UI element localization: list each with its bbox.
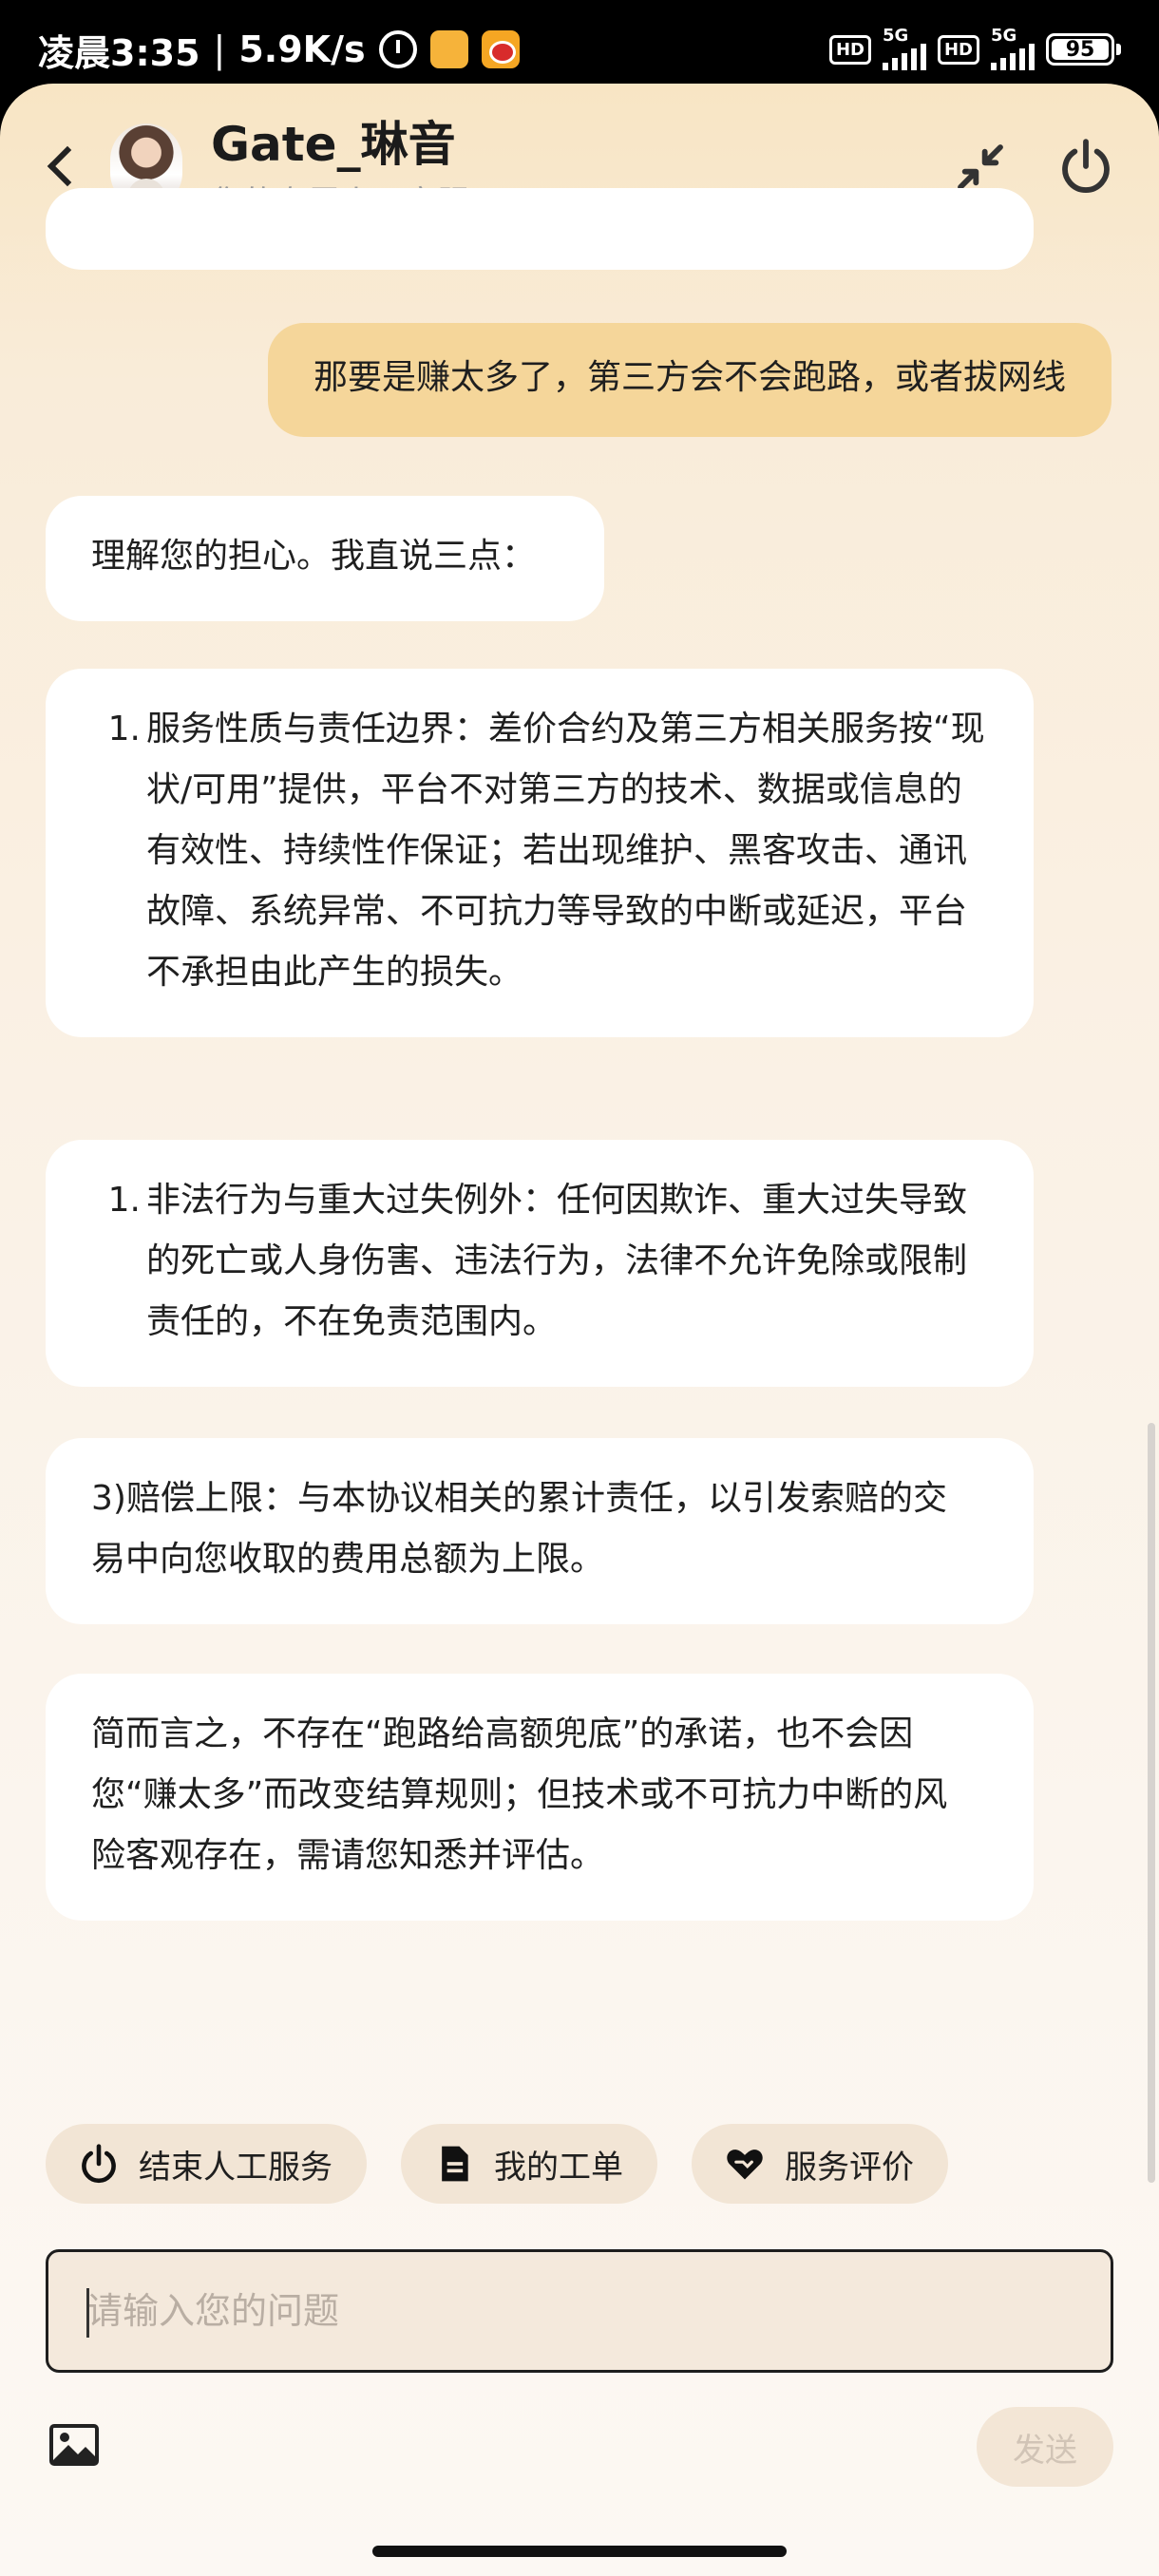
message-ai: 3)赔偿上限：与本协议相关的累计责任，以引发索赔的交易中向您收取的费用总额为上限… — [46, 1438, 1034, 1624]
power-icon — [1062, 139, 1110, 193]
list-number: 1. — [107, 1181, 141, 1220]
message-text: 服务性质与责任边界：差价合约及第三方相关服务按“现状/可用”提供，平台不对第三方… — [146, 710, 985, 992]
quick-actions: 结束人工服务 我的工单 服务评价 — [46, 2124, 948, 2204]
power-icon — [78, 2143, 120, 2185]
message-input[interactable] — [86, 2290, 1111, 2332]
signal-1: 5G — [882, 26, 926, 70]
chat-app: Gate_琳音 您的专属人工客服 那要是赚太多了，第三方会不会跑路，或者拔网线 … — [0, 84, 1159, 2576]
network-type: 5G — [882, 26, 909, 46]
message-text: 那要是赚太多了，第三方会不会跑路，或者拔网线 — [313, 358, 1066, 397]
message-ai: 简而言之，不存在“跑路给高额兜底”的承诺，也不会因您“赚太多”而改变结算规则；但… — [46, 1674, 1034, 1921]
ordered-list-item: 1. 非法行为与重大过失例外：任何因欺诈、重大过失导致的死亡或人身伤害、违法行为… — [106, 1170, 992, 1353]
signal-2: 5G — [991, 28, 1035, 70]
network-speed: 5.9K/s — [238, 28, 366, 70]
hd-badge: HD — [828, 34, 871, 65]
minimize-icon — [958, 144, 1003, 190]
service-rating-button[interactable]: 服务评价 — [692, 2124, 948, 2204]
battery-icon: 95 — [1046, 33, 1121, 66]
text-caret — [86, 2288, 89, 2338]
minimize-button[interactable] — [954, 141, 1007, 194]
end-service-button[interactable]: 结束人工服务 — [46, 2124, 367, 2204]
home-indicator[interactable] — [372, 2546, 787, 2557]
status-left: 凌晨3:35 | 5.9K/s — [38, 24, 520, 76]
list-number: 1. — [107, 710, 141, 748]
message-text: 理解您的担心。我直说三点： — [91, 537, 537, 576]
agent-name: Gate_琳音 — [211, 117, 456, 172]
alarm-icon — [378, 30, 417, 68]
message-text: 3)赔偿上限：与本协议相关的累计责任，以引发索赔的交易中向您收取的费用总额为上限… — [91, 1479, 947, 1579]
chat-scrollbar[interactable] — [1148, 1423, 1155, 2183]
hd-badge: HD — [937, 34, 979, 65]
weibo-icon — [481, 30, 520, 68]
notification-app-icon — [429, 30, 468, 68]
image-upload-button[interactable] — [49, 2424, 99, 2466]
chip-label: 结束人工服务 — [139, 2148, 332, 2187]
chat-messages[interactable]: 那要是赚太多了，第三方会不会跑路，或者拔网线 理解您的担心。我直说三点： 1. … — [0, 188, 1159, 2107]
document-icon — [433, 2143, 475, 2185]
message-text: 非法行为与重大过失例外：任何因欺诈、重大过失导致的死亡或人身伤害、违法行为，法律… — [146, 1181, 968, 1341]
end-session-button[interactable] — [1056, 137, 1115, 196]
message-user: 那要是赚太多了，第三方会不会跑路，或者拔网线 — [267, 323, 1112, 437]
send-button[interactable]: 发送 — [977, 2407, 1113, 2487]
message-input-box[interactable] — [46, 2249, 1113, 2373]
chip-label: 服务评价 — [785, 2148, 914, 2187]
signal-bars-icon — [991, 44, 1035, 70]
message-ai: 1. 服务性质与责任边界：差价合约及第三方相关服务按“现状/可用”提供，平台不对… — [46, 669, 1034, 1037]
status-separator: | — [213, 28, 226, 70]
battery-level: 95 — [1052, 38, 1109, 62]
my-tickets-button[interactable]: 我的工单 — [401, 2124, 657, 2204]
chip-label: 我的工单 — [494, 2148, 623, 2187]
heart-handshake-icon — [724, 2143, 766, 2185]
status-right: HD 5G HD 5G 95 — [828, 26, 1121, 70]
message-text: 简而言之，不存在“跑路给高额兜底”的承诺，也不会因您“赚太多”而改变结算规则；但… — [91, 1714, 948, 1875]
ordered-list-item: 1. 服务性质与责任边界：差价合约及第三方相关服务按“现状/可用”提供，平台不对… — [106, 699, 992, 1003]
message-ai: 1. 非法行为与重大过失例外：任何因欺诈、重大过失导致的死亡或人身伤害、违法行为… — [46, 1140, 1034, 1387]
message-ai: 理解您的担心。我直说三点： — [46, 496, 605, 621]
message-ai-partial — [46, 188, 1034, 270]
signal-bars-icon — [882, 44, 926, 70]
network-type: 5G — [991, 26, 1017, 46]
image-icon — [49, 2424, 99, 2466]
status-time: 凌晨3:35 — [38, 31, 200, 74]
